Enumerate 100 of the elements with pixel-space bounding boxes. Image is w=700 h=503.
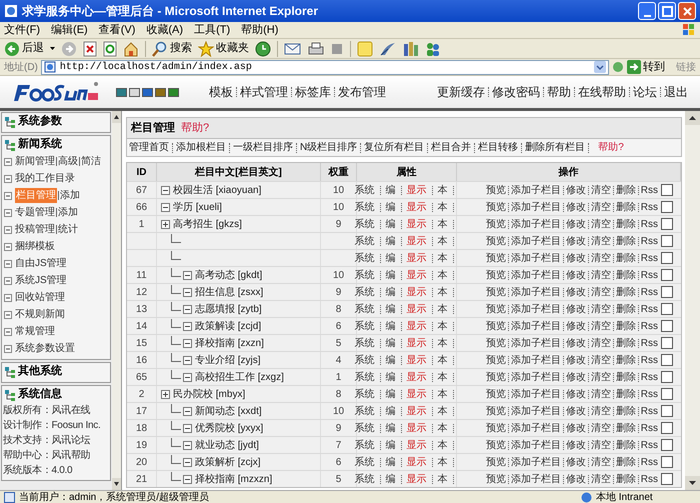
section-title[interactable]: 系统参数: [18, 113, 62, 130]
action-link[interactable]: 清空: [590, 336, 611, 350]
toolbar-link[interactable]: 管理首页: [129, 140, 169, 155]
attribute-link[interactable]: 系统: [354, 472, 374, 486]
sidebar-link[interactable]: 不规则新闻: [15, 307, 65, 322]
checkbox[interactable]: [661, 218, 673, 230]
address-field[interactable]: http://localhost/admin/index.asp: [40, 60, 609, 74]
action-link[interactable]: 清空: [590, 250, 611, 266]
nav-link[interactable]: 标签库: [295, 83, 331, 101]
action-link[interactable]: 修改: [566, 268, 586, 282]
help-link[interactable]: 帮助?: [598, 140, 624, 155]
action-link[interactable]: 添加子栏目: [510, 250, 561, 266]
action-link[interactable]: Rss: [640, 216, 658, 232]
action-link[interactable]: Rss: [640, 284, 658, 300]
action-link[interactable]: 清空: [590, 472, 611, 486]
minimize-button[interactable]: [638, 2, 656, 20]
menu-item[interactable]: 编辑(E): [51, 22, 88, 38]
action-link[interactable]: 添加子栏目: [510, 284, 561, 300]
collapse-icon[interactable]: [183, 406, 192, 416]
action-link[interactable]: 预览: [486, 454, 506, 470]
action-link[interactable]: 预览: [486, 420, 506, 436]
action-link[interactable]: 删除: [616, 302, 636, 316]
maximize-button[interactable]: [658, 2, 676, 20]
scrollbar[interactable]: [685, 111, 700, 490]
attribute-link[interactable]: 编: [386, 182, 396, 198]
action-link[interactable]: Rss: [640, 472, 658, 486]
attribute-link[interactable]: 本: [438, 336, 448, 350]
attribute-link[interactable]: 本: [438, 284, 448, 300]
attribute-link[interactable]: 显示: [406, 352, 426, 368]
action-link[interactable]: 修改: [566, 182, 586, 198]
sidebar-link[interactable]: 常规管理: [15, 324, 55, 339]
toolbar-link[interactable]: 删除所有栏目: [525, 140, 586, 155]
toolbar-link[interactable]: 添加根栏目: [176, 140, 226, 155]
attribute-link[interactable]: 编: [386, 438, 396, 452]
theme-swatch[interactable]: [142, 88, 153, 96]
toolbar-link[interactable]: N级栏目排序: [300, 140, 358, 155]
attribute-link[interactable]: 编: [386, 268, 396, 282]
action-link[interactable]: Rss: [640, 200, 658, 214]
checkbox[interactable]: [661, 286, 673, 298]
action-link[interactable]: 修改: [566, 318, 586, 334]
nav-link[interactable]: 样式管理: [240, 83, 288, 101]
nav-link[interactable]: 论坛: [633, 83, 657, 101]
action-link[interactable]: 修改: [566, 472, 586, 486]
sidebar-link[interactable]: 回收站管理: [15, 290, 65, 305]
action-link[interactable]: 添加子栏目: [510, 404, 561, 418]
action-link[interactable]: 删除: [616, 268, 636, 282]
menu-item[interactable]: 文件(F): [4, 22, 40, 38]
action-link[interactable]: 删除: [616, 370, 636, 384]
attribute-link[interactable]: 系统: [354, 420, 374, 436]
action-link[interactable]: 清空: [590, 268, 611, 282]
action-link[interactable]: 预览: [486, 200, 506, 214]
collapse-icon[interactable]: [183, 440, 192, 450]
action-link[interactable]: 删除: [616, 352, 636, 368]
collapse-icon[interactable]: [183, 338, 192, 348]
collapse-icon[interactable]: [161, 202, 170, 212]
action-link[interactable]: 清空: [590, 284, 611, 300]
attribute-link[interactable]: 编: [386, 234, 396, 248]
collapse-icon[interactable]: [183, 288, 192, 296]
toolbar-link[interactable]: 栏目转移: [478, 140, 518, 155]
attribute-link[interactable]: 显示: [406, 336, 426, 350]
action-link[interactable]: Rss: [640, 352, 658, 368]
action-link[interactable]: 添加子栏目: [510, 234, 561, 248]
attribute-link[interactable]: 显示: [406, 438, 426, 452]
menu-item[interactable]: 工具(T): [194, 22, 230, 38]
action-link[interactable]: Rss: [640, 386, 658, 402]
nav-link[interactable]: 退出: [664, 83, 688, 101]
action-link[interactable]: 预览: [486, 302, 506, 316]
attribute-link[interactable]: 编: [386, 352, 396, 368]
refresh-button[interactable]: [103, 40, 117, 58]
attribute-link[interactable]: 显示: [406, 250, 426, 266]
checkbox[interactable]: [661, 354, 673, 366]
checkbox[interactable]: [661, 388, 673, 400]
theme-swatch[interactable]: [155, 88, 166, 96]
action-link[interactable]: 删除: [616, 250, 636, 266]
action-link[interactable]: 添加子栏目: [510, 472, 561, 486]
attribute-link[interactable]: 显示: [406, 404, 426, 418]
history-button[interactable]: [255, 40, 271, 58]
checkbox[interactable]: [661, 320, 673, 332]
action-link[interactable]: 添加子栏目: [510, 438, 561, 452]
home-button[interactable]: [123, 40, 139, 58]
toolbar-link[interactable]: 一级栏目排序: [233, 140, 293, 155]
action-link[interactable]: Rss: [640, 404, 658, 418]
attribute-link[interactable]: 显示: [406, 472, 426, 486]
attribute-link[interactable]: 本: [438, 216, 448, 232]
attribute-link[interactable]: 显示: [406, 386, 426, 402]
attribute-link[interactable]: 系统: [354, 352, 374, 368]
collapse-icon[interactable]: [183, 270, 192, 280]
help-link[interactable]: 帮助?: [181, 120, 210, 136]
action-link[interactable]: Rss: [640, 438, 658, 452]
go-button[interactable]: 转到: [627, 58, 665, 76]
sidebar-link[interactable]: 简洁: [81, 154, 101, 169]
attribute-link[interactable]: 本: [438, 182, 448, 198]
action-link[interactable]: 添加子栏目: [510, 454, 561, 470]
action-link[interactable]: 删除: [616, 200, 636, 214]
back-button[interactable]: 后退: [4, 40, 44, 58]
action-link[interactable]: 修改: [566, 386, 586, 402]
collapse-icon[interactable]: [161, 186, 170, 194]
attribute-link[interactable]: 本: [438, 268, 448, 282]
sidebar-link[interactable]: 系统JS管理: [15, 273, 67, 288]
action-link[interactable]: 添加子栏目: [510, 268, 561, 282]
